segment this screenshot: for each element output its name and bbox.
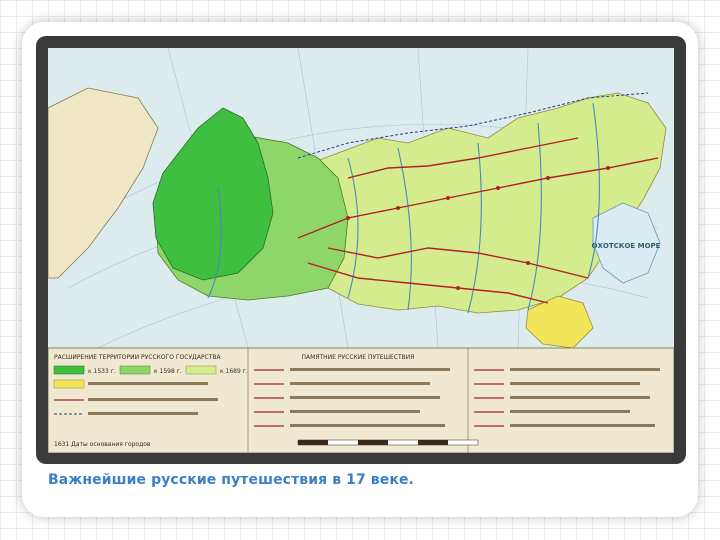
legend-swatch-ceded bbox=[53, 379, 85, 389]
scale-bar bbox=[297, 439, 479, 446]
map-graphic: ОХОТСКОЕ МОРЕ РАСШИРЕНИЕ ТЕРРИТОРИИ РУСС… bbox=[48, 48, 674, 453]
legend-territory-title: РАСШИРЕНИЕ ТЕРРИТОРИИ РУССКОГО ГОСУДАРСТ… bbox=[54, 354, 222, 361]
legend-founding-note: 1631 Даты основания городов bbox=[54, 441, 151, 448]
okhotsk-sea-label: ОХОТСКОЕ МОРЕ bbox=[592, 242, 661, 250]
legend-travels-title: ПАМЯТНИЕ РУССКИЕ ПУТЕШЕСТВИЯ bbox=[302, 354, 415, 361]
legend-label-1598: к 1598 г. bbox=[154, 368, 182, 375]
map-of-russian-expeditions: ОХОТСКОЕ МОРЕ РАСШИРЕНИЕ ТЕРРИТОРИИ РУСС… bbox=[48, 48, 674, 453]
legend-swatch-1598 bbox=[119, 365, 151, 375]
legend-label-1689: к 1689 г. bbox=[220, 368, 248, 375]
legend-swatch-1533 bbox=[53, 365, 85, 375]
legend-swatch-1689 bbox=[185, 365, 217, 375]
legend-label-1533: к 1533 г. bbox=[88, 368, 116, 375]
slide-caption: Важнейшие русские путешествия в 17 веке. bbox=[48, 472, 414, 488]
